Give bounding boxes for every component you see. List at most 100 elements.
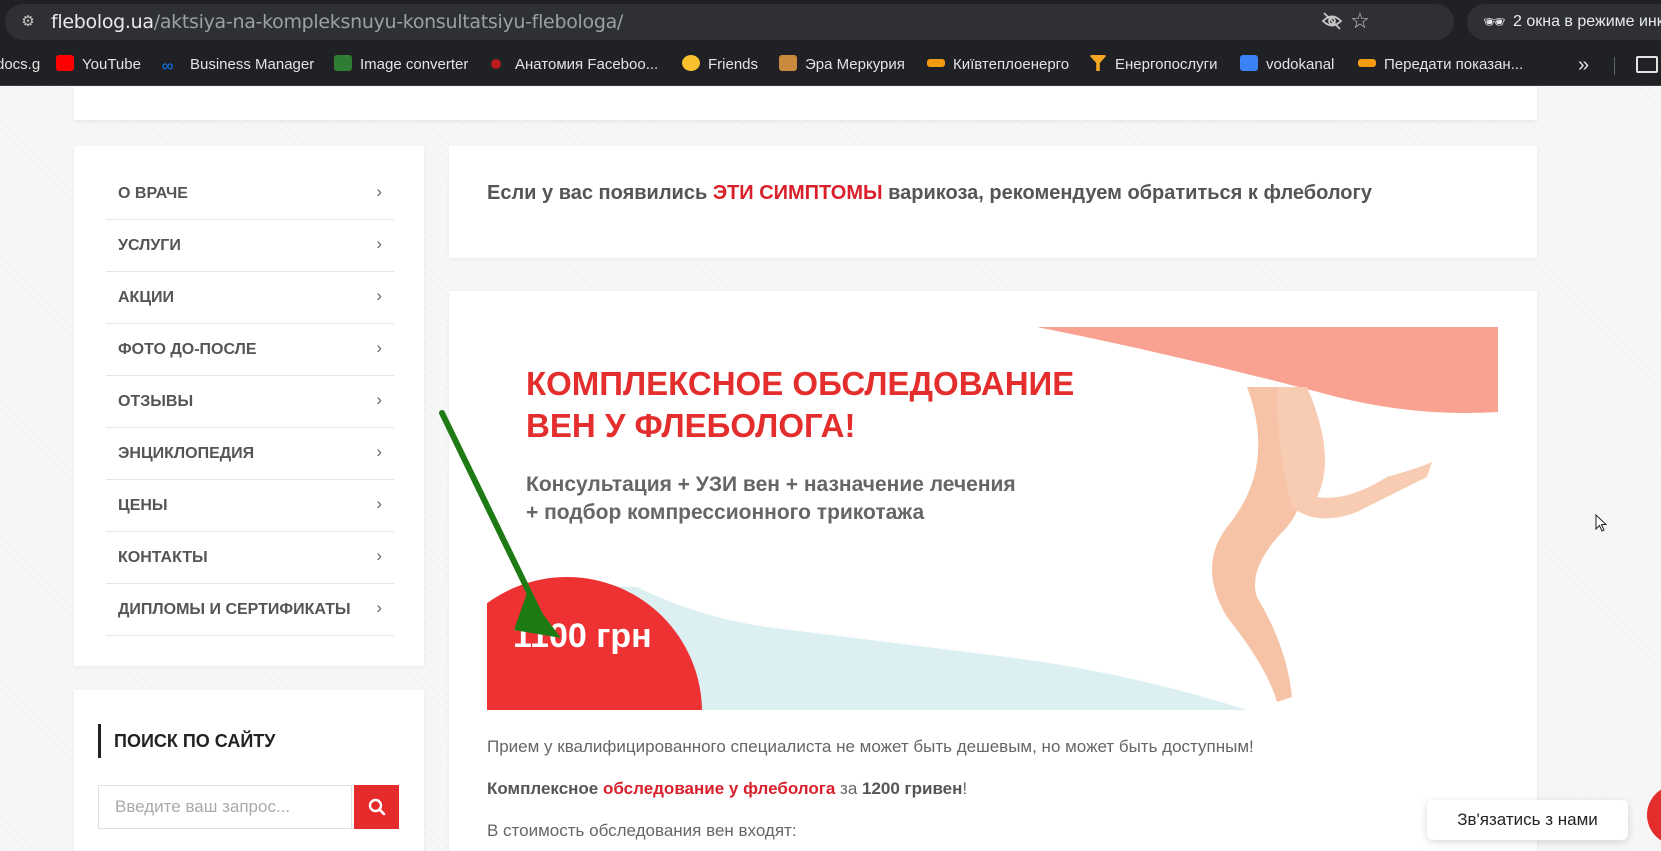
meter-icon xyxy=(1358,59,1376,67)
bookmark-image-converter[interactable]: Image converter xyxy=(334,44,468,86)
sidebar-item-services[interactable]: УСЛУГИ › xyxy=(106,220,394,272)
eye-off-icon[interactable] xyxy=(1320,11,1344,33)
bookmark-mercury[interactable]: Эра Меркурия xyxy=(779,44,905,86)
chevron-right-icon: › xyxy=(376,390,382,409)
menu-label: ЭНЦИКЛОПЕДИЯ xyxy=(118,445,255,462)
vodokanal-icon xyxy=(1240,55,1258,71)
bookmark-label: Image converter xyxy=(360,56,469,73)
sidebar-item-encyclopedia[interactable]: ЭНЦИКЛОПЕДИЯ › xyxy=(106,428,394,480)
energo-icon xyxy=(1089,55,1107,71)
notice-text: Если у вас появились ЭТИ СИМПТОМЫ варико… xyxy=(487,182,1372,205)
banner-title-line: ВЕН У ФЛЕБОЛОГА! xyxy=(526,407,856,444)
price-label: 1100 грн xyxy=(513,617,652,655)
bookmark-friends[interactable]: Friends xyxy=(682,44,758,86)
sidebar-item-contacts[interactable]: КОНТАКТЫ › xyxy=(106,532,394,584)
bookmarks-bar: docs.g YouTube ∞ Business Manager Image c… xyxy=(0,44,1661,86)
image-converter-icon xyxy=(334,55,352,71)
chevron-right-icon: › xyxy=(376,494,382,513)
contact-us-button[interactable]: Зв'язатись з нами xyxy=(1427,800,1628,840)
sidebar-item-before-after[interactable]: ФОТО ДО-ПОСЛЕ › xyxy=(106,324,394,376)
text-bold: Комплексное xyxy=(487,779,599,798)
page-body: О ВРАЧЕ › УСЛУГИ › АКЦИИ › ФОТО ДО-ПОСЛЕ › О… xyxy=(0,87,1661,851)
sidebar-item-prices[interactable]: ЦЕНЫ › xyxy=(106,480,394,532)
text-plain: за xyxy=(835,779,862,798)
menu-label: ОТЗЫВЫ xyxy=(118,393,194,410)
banner-title: КОМПЛЕКСНОЕ ОБСЛЕДОВАНИЕ ВЕН У ФЛЕБОЛОГА! xyxy=(526,363,1146,447)
notice-before: Если у вас появились xyxy=(487,182,713,204)
menu-label: О ВРАЧЕ xyxy=(118,185,188,202)
kte-icon xyxy=(927,59,945,67)
symptoms-notice: Если у вас появились ЭТИ СИМПТОМЫ варико… xyxy=(449,146,1537,258)
bookmark-business-manager[interactable]: ∞ Business Manager xyxy=(162,44,314,86)
symptoms-link[interactable]: ЭТИ СИМПТОМЫ xyxy=(713,182,883,204)
exam-link[interactable]: обследование у флеболога xyxy=(603,779,835,798)
site-settings-icon[interactable]: ⚙ xyxy=(17,12,39,32)
youtube-icon xyxy=(56,55,74,71)
notice-after: варикоза, рекомендуем обратиться к флебо… xyxy=(882,182,1372,204)
bookmark-label: Эра Меркурия xyxy=(805,56,905,73)
menu-label: АКЦИИ xyxy=(118,289,175,306)
banner-subtitle: Консультация + УЗИ вен + назначение лече… xyxy=(526,471,1126,527)
mouse-cursor-icon xyxy=(1595,514,1607,532)
bookmark-label: Анатомия Faceboo... xyxy=(515,56,659,73)
divider xyxy=(1614,57,1615,75)
menu-label: УСЛУГИ xyxy=(118,237,181,254)
bookmark-label: Business Manager xyxy=(190,56,315,73)
banner-subtitle-line: + подбор компрессионного трикотажа xyxy=(526,501,925,524)
sidebar-item-about[interactable]: О ВРАЧЕ › xyxy=(106,168,394,220)
bookmark-meter[interactable]: Передати показан... xyxy=(1358,44,1523,86)
sidebar-item-diplomas[interactable]: ДИПЛОМЫ И СЕРТИФИКАТЫ › xyxy=(106,584,394,636)
bookmark-label: Київтеплоенерго xyxy=(953,56,1070,73)
bookmark-label: Енергопослуги xyxy=(1115,56,1218,73)
bookmark-label: YouTube xyxy=(82,56,141,73)
text-plain: ! xyxy=(962,779,968,798)
incognito-windows-button[interactable]: 🕶 2 окна в режиме инкогнито xyxy=(1467,4,1661,40)
bookmark-anatomy[interactable]: Анатомия Faceboo... xyxy=(491,44,658,86)
paragraph-includes: В стоимость обследования вен входят: xyxy=(487,821,797,840)
chevron-right-icon: › xyxy=(376,546,382,565)
search-button[interactable] xyxy=(354,785,399,829)
chevron-right-icon: › xyxy=(376,182,382,201)
paragraph-intro: Прием у квалифицированного специалиста н… xyxy=(487,737,1254,756)
address-bar[interactable]: ⚙ flebolog.ua/aktsiya-na-kompleksnuyu-ko… xyxy=(5,4,1454,40)
sidebar-menu: О ВРАЧЕ › УСЛУГИ › АКЦИИ › ФОТО ДО-ПОСЛЕ › О… xyxy=(74,146,424,666)
bookmark-label: Передати показан... xyxy=(1384,56,1524,73)
bookmark-label: docs.g xyxy=(0,56,41,73)
bookmark-label: vodokanal xyxy=(1266,56,1335,73)
promo-banner: КОМПЛЕКСНОЕ ОБСЛЕДОВАНИЕ ВЕН У ФЛЕБОЛОГА!… xyxy=(487,327,1498,710)
incognito-icon: 🕶 xyxy=(1483,12,1506,32)
article-content: КОМПЛЕКСНОЕ ОБСЛЕДОВАНИЕ ВЕН У ФЛЕБОЛОГА!… xyxy=(449,291,1537,851)
url-text[interactable]: flebolog.ua/aktsiya-na-kompleksnuyu-kons… xyxy=(51,4,623,40)
menu-label: КОНТАКТЫ xyxy=(118,549,208,566)
menu-label: ФОТО ДО-ПОСЛЕ xyxy=(118,341,257,358)
banner-subtitle-line: Консультация + УЗИ вен + назначение лече… xyxy=(526,473,1016,496)
bookmark-vodokanal[interactable]: vodokanal xyxy=(1240,44,1334,86)
bookmark-label: Friends xyxy=(708,56,759,73)
header-strip xyxy=(74,87,1537,120)
chevron-right-icon: › xyxy=(376,234,382,253)
bookmark-energo[interactable]: Енергопослуги xyxy=(1089,44,1218,86)
incognito-label: 2 окна в режиме инкогнито xyxy=(1513,13,1661,30)
friends-icon xyxy=(682,55,700,71)
meta-icon: ∞ xyxy=(162,58,174,75)
bookmark-star-icon[interactable]: ☆ xyxy=(1348,8,1372,34)
anatomy-icon xyxy=(491,59,501,69)
more-bookmarks-icon[interactable]: » xyxy=(1578,44,1589,86)
folder-icon[interactable] xyxy=(1636,56,1658,73)
paragraph-price: Комплексное обследование у флеболога за … xyxy=(487,779,967,799)
chevron-right-icon: › xyxy=(376,598,382,617)
bookmark-youtube[interactable]: YouTube xyxy=(56,44,141,86)
search-title: ПОИСК ПО САЙТУ xyxy=(98,724,275,758)
mercury-icon xyxy=(779,55,797,71)
search-input[interactable] xyxy=(98,785,352,829)
menu-label: ЦЕНЫ xyxy=(118,497,168,514)
bookmark-docs[interactable]: docs.g xyxy=(0,44,40,86)
sidebar-item-reviews[interactable]: ОТЗЫВЫ › xyxy=(106,376,394,428)
banner-title-line: КОМПЛЕКСНОЕ ОБСЛЕДОВАНИЕ xyxy=(526,365,1075,402)
chevron-right-icon: › xyxy=(376,286,382,305)
search-icon xyxy=(368,798,385,816)
menu-label: ДИПЛОМЫ И СЕРТИФИКАТЫ xyxy=(118,601,351,618)
sidebar-item-promotions[interactable]: АКЦИИ › xyxy=(106,272,394,324)
bookmark-kte[interactable]: Київтеплоенерго xyxy=(927,44,1069,86)
price-text: 1200 гривен xyxy=(862,779,963,798)
